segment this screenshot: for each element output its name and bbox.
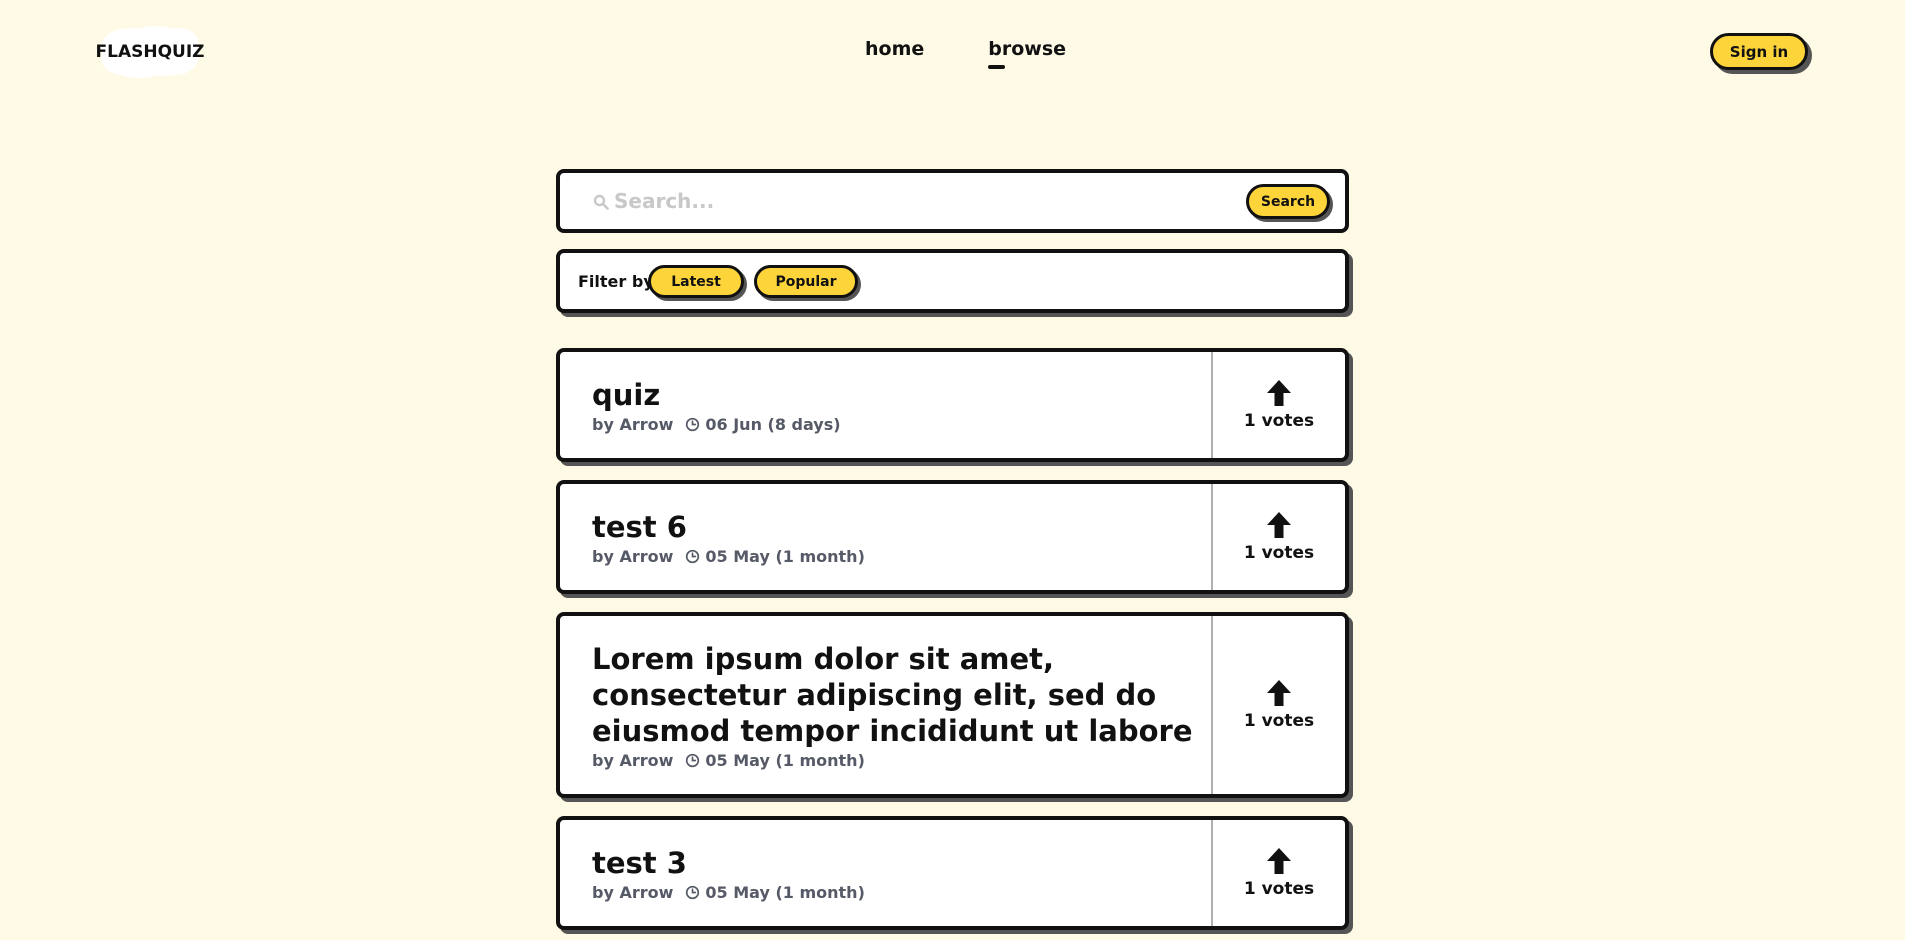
quiz-date: 05 May (1 month) [705, 547, 865, 566]
sign-in-button[interactable]: Sign in [1710, 33, 1808, 70]
upvote-arrow-icon[interactable] [1266, 679, 1292, 707]
logo-text: FLASHQUIZ [95, 42, 205, 62]
quiz-card[interactable]: Lorem ipsum dolor sit amet, consectetur … [556, 612, 1349, 798]
quiz-card-body: quiz by Arrow 06 Jun (8 days) [592, 377, 1195, 434]
quiz-meta: by Arrow 05 May (1 month) [592, 751, 1195, 770]
quiz-title[interactable]: quiz [592, 377, 1195, 413]
quiz-card-body: test 6 by Arrow 05 May (1 month) [592, 509, 1195, 566]
quiz-title[interactable]: test 6 [592, 509, 1195, 545]
quiz-author: by Arrow [592, 751, 674, 770]
quiz-card-body: test 3 by Arrow 05 May (1 month) [592, 845, 1195, 902]
vote-column: 1 votes [1211, 820, 1345, 926]
clock-icon [686, 885, 700, 900]
vote-column: 1 votes [1211, 484, 1345, 590]
vote-count: 1 votes [1243, 711, 1315, 731]
quiz-meta: by Arrow 06 Jun (8 days) [592, 415, 1195, 434]
vote-count: 1 votes [1243, 411, 1315, 431]
filter-popular-button[interactable]: Popular [754, 265, 858, 298]
logo[interactable]: FLASHQUIZ [95, 24, 205, 80]
quiz-card-body: Lorem ipsum dolor sit amet, consectetur … [592, 641, 1195, 770]
upvote-arrow-icon[interactable] [1266, 511, 1292, 539]
quiz-title[interactable]: test 3 [592, 845, 1195, 881]
filter-bar: Filter by Latest Popular [556, 249, 1349, 313]
quiz-meta: by Arrow 05 May (1 month) [592, 547, 1195, 566]
filter-latest-button[interactable]: Latest [648, 265, 744, 298]
quiz-date: 05 May (1 month) [705, 751, 865, 770]
search-bar: Search [556, 169, 1349, 233]
filter-label: Filter by [578, 272, 654, 291]
upvote-arrow-icon[interactable] [1266, 379, 1292, 407]
vote-column: 1 votes [1211, 352, 1345, 458]
quiz-author: by Arrow [592, 883, 674, 902]
quiz-author: by Arrow [592, 415, 674, 434]
clock-icon [686, 549, 700, 564]
vote-count: 1 votes [1243, 879, 1315, 899]
quiz-date: 06 Jun (8 days) [705, 415, 841, 434]
upvote-arrow-icon[interactable] [1266, 847, 1292, 875]
quiz-card[interactable]: quiz by Arrow 06 Jun (8 days) 1 votes [556, 348, 1349, 462]
search-button[interactable]: Search [1246, 184, 1330, 219]
nav-home[interactable]: home [865, 38, 924, 60]
quiz-card[interactable]: test 6 by Arrow 05 May (1 month) 1 votes [556, 480, 1349, 594]
vote-count: 1 votes [1243, 543, 1315, 563]
quiz-title[interactable]: Lorem ipsum dolor sit amet, consectetur … [592, 641, 1195, 749]
quiz-date: 05 May (1 month) [705, 883, 865, 902]
quiz-meta: by Arrow 05 May (1 month) [592, 883, 1195, 902]
browse-main: Search Filter by Latest Popular quiz by … [556, 169, 1349, 930]
main-nav: home browse [865, 38, 1066, 69]
search-icon [593, 194, 609, 210]
search-input[interactable] [614, 185, 1214, 217]
clock-icon [686, 753, 700, 768]
top-header: FLASHQUIZ home browse Sign in [0, 0, 1905, 100]
quiz-card[interactable]: test 3 by Arrow 05 May (1 month) 1 votes [556, 816, 1349, 930]
vote-column: 1 votes [1211, 616, 1345, 794]
clock-icon [686, 417, 700, 432]
nav-browse[interactable]: browse [988, 38, 1066, 69]
quiz-author: by Arrow [592, 547, 674, 566]
